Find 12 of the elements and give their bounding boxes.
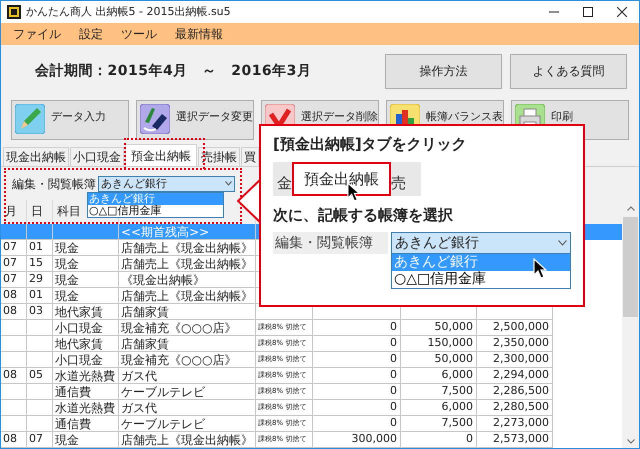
table-cell: 現金 [53, 432, 119, 448]
accounting-period: 会計期間：2015年4月 ～ 2016年3月 [34, 62, 312, 80]
table-cell: 07 [27, 432, 53, 448]
field-label: 編集・閲覧帳簿 [273, 232, 388, 254]
table-cell: 300,000 [313, 432, 401, 448]
window-title: かんたん商人 出納帳5 - 2015出納帳.su5 [26, 4, 232, 20]
table-cell: 08 [1, 432, 27, 448]
field-label: 編集・閲覧帳簿 [12, 176, 97, 192]
table-cell: 2,573,000 [477, 432, 553, 448]
table-cell: 0 [401, 432, 477, 448]
instruction-text: 次に、記帳する帳簿を選択 [273, 205, 454, 225]
table-cell: 店舗売上《現金出納帳》 [119, 432, 256, 448]
